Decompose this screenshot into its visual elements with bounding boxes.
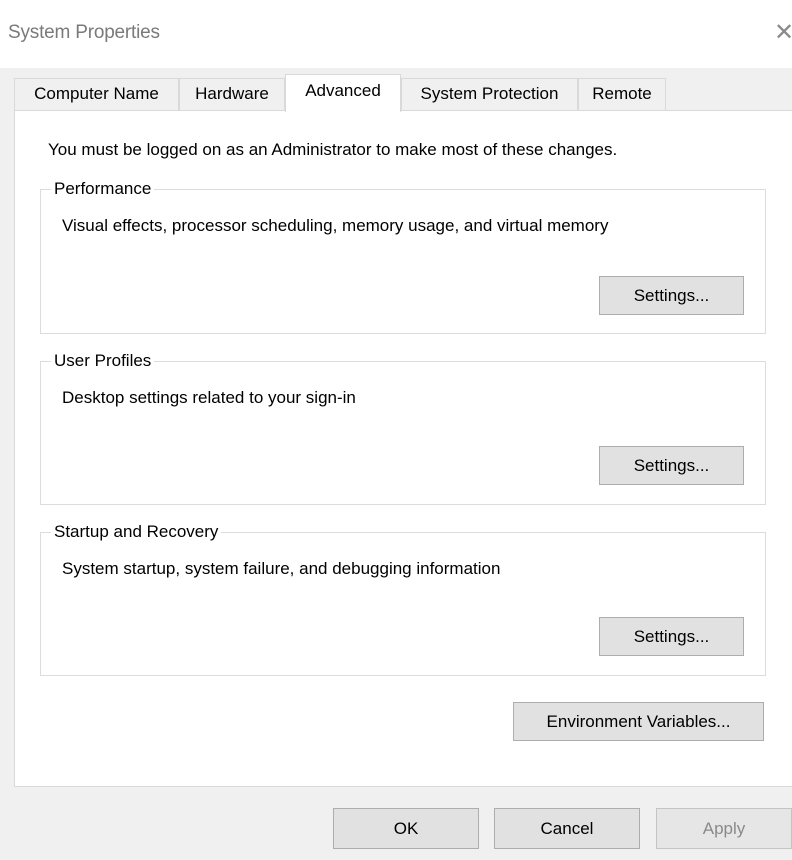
title-bar[interactable]: System Properties ✕ bbox=[0, 0, 792, 68]
ok-button[interactable]: OK bbox=[333, 808, 479, 849]
window-title: System Properties bbox=[8, 22, 160, 43]
system-properties-window: System Properties ✕ Computer Name Hardwa… bbox=[0, 0, 792, 860]
apply-button[interactable]: Apply bbox=[656, 808, 792, 849]
performance-settings-button[interactable]: Settings... bbox=[599, 276, 744, 315]
user-profiles-legend: User Profiles bbox=[51, 350, 155, 372]
tab-computer-name[interactable]: Computer Name bbox=[14, 78, 179, 111]
tab-remote[interactable]: Remote bbox=[578, 78, 666, 111]
user-profiles-settings-button[interactable]: Settings... bbox=[599, 446, 744, 485]
tab-system-protection[interactable]: System Protection bbox=[401, 78, 578, 111]
close-icon[interactable]: ✕ bbox=[774, 18, 792, 48]
cancel-button[interactable]: Cancel bbox=[494, 808, 640, 849]
tab-hardware[interactable]: Hardware bbox=[179, 78, 285, 111]
performance-legend: Performance bbox=[51, 178, 155, 200]
user-profiles-description: Desktop settings related to your sign-in bbox=[62, 388, 356, 407]
user-profiles-group: User Profiles Desktop settings related t… bbox=[40, 350, 766, 505]
startup-recovery-settings-button[interactable]: Settings... bbox=[599, 617, 744, 656]
environment-variables-button[interactable]: Environment Variables... bbox=[513, 702, 764, 741]
startup-recovery-legend: Startup and Recovery bbox=[51, 521, 222, 543]
performance-description: Visual effects, processor scheduling, me… bbox=[62, 216, 609, 235]
admin-note: You must be logged on as an Administrato… bbox=[48, 140, 618, 159]
startup-recovery-group: Startup and Recovery System startup, sys… bbox=[40, 521, 766, 676]
startup-recovery-description: System startup, system failure, and debu… bbox=[62, 559, 501, 578]
performance-group: Performance Visual effects, processor sc… bbox=[40, 178, 766, 334]
tab-advanced[interactable]: Advanced bbox=[285, 74, 401, 112]
